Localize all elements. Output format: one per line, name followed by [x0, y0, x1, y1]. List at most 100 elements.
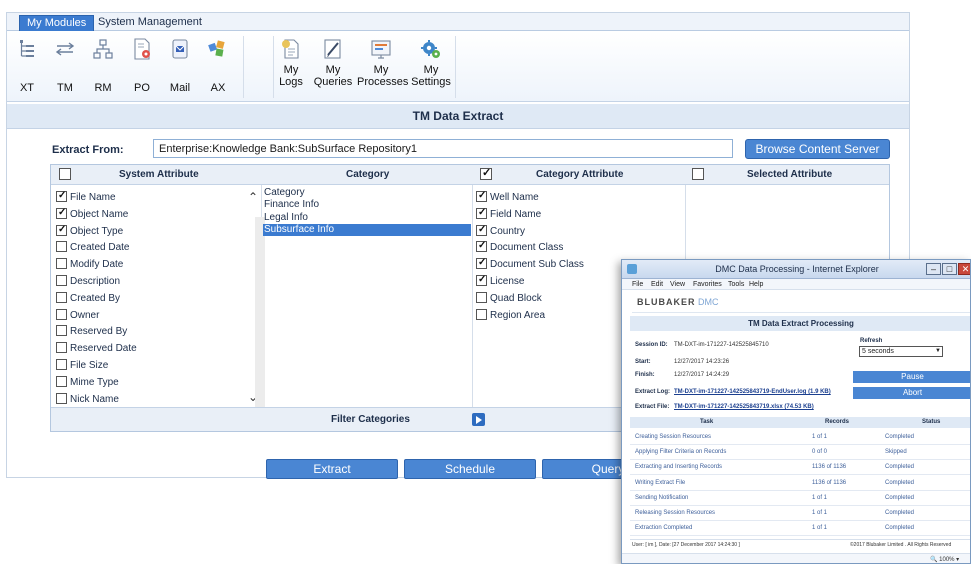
pause-button[interactable]: Pause: [853, 371, 970, 383]
checkbox[interactable]: [56, 258, 67, 270]
selected-attribute-select-all-checkbox[interactable]: [692, 168, 704, 180]
menu-tools[interactable]: Tools: [728, 280, 744, 289]
checkbox[interactable]: [476, 291, 487, 303]
category-attribute-item[interactable]: Country: [476, 223, 525, 241]
ribbon-label-xt: XT: [19, 82, 35, 94]
checkbox[interactable]: [56, 392, 67, 404]
system-attribute-item[interactable]: Modify Date: [56, 258, 123, 274]
ribbon-button-po[interactable]: PO: [123, 36, 161, 98]
system-attribute-item[interactable]: Object Type: [56, 223, 123, 241]
extract-button[interactable]: Extract: [266, 459, 398, 479]
checkbox[interactable]: [56, 375, 67, 387]
task-task-cell: Creating Session Resources: [635, 434, 712, 440]
menu-help[interactable]: Help: [749, 280, 763, 289]
system-attribute-item[interactable]: Created Date: [56, 241, 129, 257]
category-attribute-item[interactable]: Document Sub Class: [476, 256, 584, 274]
category-item[interactable]: Subsurface Info: [263, 224, 471, 237]
menu-edit[interactable]: Edit: [651, 280, 663, 289]
system-attribute-item[interactable]: Created By: [56, 291, 120, 308]
divider: [632, 312, 970, 313]
extract-log-link[interactable]: TM-DXT-im-171227-142525843719-EndUser.lo…: [674, 389, 831, 395]
ribbon-separator: [455, 36, 456, 98]
checkbox[interactable]: [56, 342, 67, 354]
checkbox[interactable]: [476, 273, 487, 286]
tab-system-management[interactable]: System Management: [91, 15, 209, 31]
checkbox[interactable]: [476, 308, 487, 320]
category-attribute-item[interactable]: Well Name: [476, 189, 539, 207]
system-attribute-item[interactable]: File Size: [56, 359, 108, 375]
category-item[interactable]: Category: [263, 187, 471, 199]
system-attribute-item[interactable]: Reserved By: [56, 325, 127, 341]
refresh-dropdown[interactable]: 5 seconds: [859, 346, 943, 357]
system-attribute-item[interactable]: Mime Type: [56, 375, 119, 392]
filter-categories-play-icon[interactable]: [472, 413, 485, 426]
abort-button[interactable]: Abort: [853, 387, 970, 399]
brand-product: DMC: [698, 297, 719, 307]
category-attribute-item[interactable]: Quad Block: [476, 291, 542, 308]
checkbox-label: File Name: [70, 192, 116, 203]
menu-file[interactable]: File: [632, 280, 643, 289]
category-item[interactable]: Legal Info: [263, 212, 471, 224]
category-attribute-select-all-checkbox[interactable]: [480, 166, 492, 180]
checkbox[interactable]: [56, 308, 67, 320]
menu-favorites[interactable]: Favorites: [693, 280, 722, 289]
category-attribute-item[interactable]: Region Area: [476, 308, 545, 325]
scroll-up-icon[interactable]: ⌃: [247, 191, 259, 203]
system-attribute-item[interactable]: Owner: [56, 308, 99, 325]
filter-categories-label: Filter Categories: [331, 414, 410, 425]
ribbon-button-rm[interactable]: RM: [84, 36, 122, 98]
category-attribute-item[interactable]: Field Name: [476, 206, 542, 224]
system-attribute-item[interactable]: File Name: [56, 189, 116, 207]
system-attribute-item[interactable]: Nick Name: [56, 392, 119, 409]
checkbox[interactable]: [476, 206, 487, 219]
system-attribute-select-all-checkbox[interactable]: [59, 168, 71, 180]
category-attribute-item[interactable]: License: [476, 273, 524, 291]
minimize-icon[interactable]: –: [926, 263, 941, 275]
ribbon-button-my-queries[interactable]: My Queries: [312, 36, 354, 98]
category-item[interactable]: Finance Info: [263, 199, 471, 211]
checkbox[interactable]: [476, 189, 487, 202]
system-attribute-item[interactable]: Description: [56, 275, 120, 291]
task-row: Applying Filter Criteria on Records 0 of …: [630, 445, 970, 461]
puzzle-icon: [208, 40, 225, 57]
checkbox[interactable]: [476, 223, 487, 236]
finish-label: Finish:: [635, 372, 655, 378]
zoom-level[interactable]: 🔍 100% ▾: [930, 556, 959, 563]
ribbon-button-ax[interactable]: AX: [199, 36, 237, 98]
ribbon-button-xt[interactable]: XT: [8, 36, 46, 98]
menu-view[interactable]: View: [670, 280, 685, 289]
browse-content-server-button[interactable]: Browse Content Server: [745, 139, 890, 159]
maximize-icon[interactable]: □: [942, 263, 957, 275]
checkbox[interactable]: [56, 241, 67, 253]
task-task-cell: Releasing Session Resources: [635, 510, 716, 516]
system-attribute-item[interactable]: Reserved Date: [56, 342, 137, 358]
checkbox[interactable]: [56, 325, 67, 337]
checkbox[interactable]: [56, 275, 67, 286]
checkbox[interactable]: [476, 239, 487, 253]
ribbon-button-my-processes[interactable]: My Processes: [357, 36, 408, 98]
task-records-cell: 1 of 1: [812, 494, 828, 501]
system-attribute-item[interactable]: Object Name: [56, 206, 128, 224]
checkbox[interactable]: [56, 206, 67, 219]
category-scrollbar[interactable]: [255, 217, 265, 407]
category-attribute-item[interactable]: Document Class: [476, 239, 563, 257]
close-icon[interactable]: ✕: [958, 263, 970, 275]
checkbox[interactable]: [56, 291, 67, 303]
checkbox[interactable]: [56, 359, 67, 370]
ribbon-button-tm[interactable]: TM: [46, 36, 84, 98]
checkbox[interactable]: [56, 189, 67, 202]
ribbon-button-my-settings[interactable]: My Settings: [409, 36, 453, 98]
tab-my-modules[interactable]: My Modules: [19, 15, 95, 31]
category-header: Category: [346, 169, 390, 180]
checkbox[interactable]: [56, 223, 67, 236]
checkbox-label: Field Name: [490, 208, 542, 220]
ribbon-label-tm: TM: [57, 82, 73, 94]
transfer-arrows-icon: [55, 42, 75, 56]
ribbon-button-mail[interactable]: Mail: [161, 36, 199, 98]
checkbox[interactable]: [476, 256, 487, 270]
extract-file-link[interactable]: TM-DXT-im-171227-142525843719.xlsx (74.5…: [674, 404, 814, 410]
session-id-label: Session ID:: [635, 342, 668, 348]
extract-from-input[interactable]: [153, 139, 733, 158]
ribbon-button-my-logs[interactable]: My Logs: [272, 36, 310, 98]
schedule-button[interactable]: Schedule: [404, 459, 536, 479]
